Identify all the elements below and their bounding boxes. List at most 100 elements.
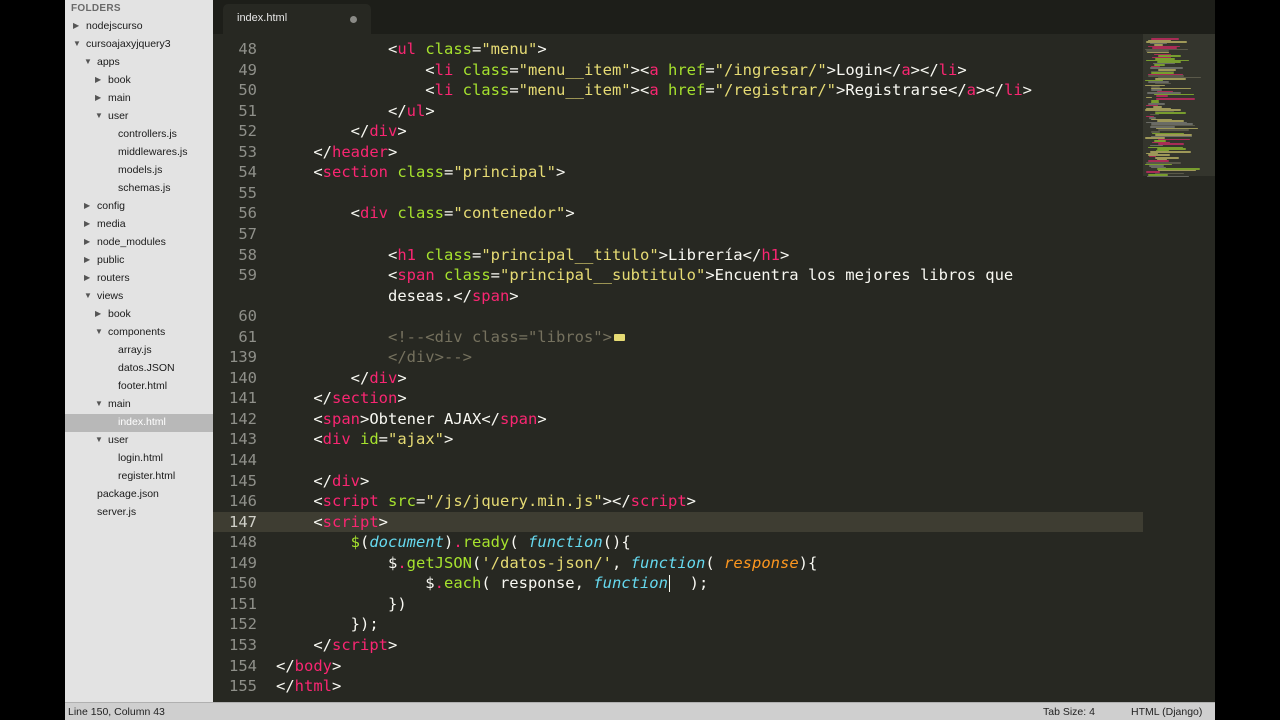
file-tree: ▶ nodejscurso ▼ cursoajaxyjquery3 ▼ apps ▶ book… [65, 18, 213, 522]
code-token: > [397, 389, 407, 408]
code-line[interactable]: <ul class="menu"> [276, 39, 547, 59]
folder-item[interactable]: ▶ nodejscurso [65, 18, 213, 36]
folder-item[interactable]: ▼ user [65, 432, 213, 450]
code-token: li [434, 81, 454, 100]
disclosure-closed-icon[interactable]: ▶ [84, 219, 90, 228]
disclosure-open-icon[interactable]: ▼ [95, 399, 103, 408]
code-line[interactable]: </ul> [276, 101, 435, 121]
file-item[interactable]: datos.JSON [65, 360, 213, 378]
code-line[interactable]: </div> [276, 471, 369, 491]
disclosure-open-icon[interactable]: ▼ [95, 327, 103, 336]
syntax-mode[interactable]: HTML (Django) [1131, 706, 1202, 718]
code-line[interactable]: $.each( response, function ); [276, 573, 708, 593]
disclosure-open-icon[interactable]: ▼ [95, 435, 103, 444]
file-item[interactable]: package.json [65, 486, 213, 504]
code-line[interactable]: }) [276, 594, 407, 614]
disclosure-closed-icon[interactable]: ▶ [84, 255, 90, 264]
code-line[interactable]: </div>--> [276, 347, 472, 367]
disclosure-closed-icon[interactable]: ▶ [95, 309, 101, 318]
code-line[interactable]: <span class="principal__subtitulo">Encue… [276, 265, 1013, 285]
tree-item-label: apps [97, 56, 120, 68]
code-token: > [957, 60, 967, 79]
code-line[interactable]: <div id="ajax"> [276, 429, 453, 449]
disclosure-closed-icon[interactable]: ▶ [84, 201, 90, 210]
code-line[interactable]: </body> [276, 656, 341, 676]
disclosure-closed-icon[interactable]: ▶ [84, 237, 90, 246]
file-item[interactable]: middlewares.js [65, 144, 213, 162]
code-line[interactable]: </header> [276, 142, 397, 162]
code-line[interactable]: </script> [276, 635, 397, 655]
code-token: > [388, 635, 398, 654]
disclosure-open-icon[interactable]: ▼ [84, 291, 92, 300]
code-token: function [630, 553, 706, 572]
code-token: response [724, 553, 799, 572]
code-line[interactable]: <li class="menu__item"><a href="/ingresa… [276, 60, 967, 80]
code-token: document [369, 533, 444, 552]
code-token: > [686, 492, 696, 511]
disclosure-closed-icon[interactable]: ▶ [73, 21, 79, 30]
code-line[interactable]: <h1 class="principal__titulo">Librería</… [276, 245, 789, 265]
file-item[interactable]: login.html [65, 450, 213, 468]
tab-index-html[interactable]: index.html [223, 4, 371, 34]
code-line[interactable]: </div> [276, 368, 407, 388]
folder-item[interactable]: ▶ book [65, 306, 213, 324]
tree-item-label: middlewares.js [118, 146, 188, 158]
folder-item[interactable]: ▼ apps [65, 54, 213, 72]
file-item[interactable]: models.js [65, 162, 213, 180]
line-number: 153 [229, 635, 257, 654]
folder-item[interactable]: ▶ main [65, 90, 213, 108]
file-item[interactable]: controllers.js [65, 126, 213, 144]
code-token: = [416, 492, 426, 511]
disclosure-closed-icon[interactable]: ▶ [84, 273, 90, 282]
code-line[interactable]: <span>Obtener AJAX</span> [276, 409, 546, 429]
folder-item[interactable]: ▼ cursoajaxyjquery3 [65, 36, 213, 54]
code-token: </ [276, 635, 332, 654]
folder-item[interactable]: ▶ routers [65, 270, 213, 288]
disclosure-closed-icon[interactable]: ▶ [95, 75, 101, 84]
disclosure-open-icon[interactable]: ▼ [84, 57, 92, 66]
code-line[interactable]: <script> [276, 512, 388, 532]
code-token: section [322, 163, 388, 182]
disclosure-closed-icon[interactable]: ▶ [95, 93, 101, 102]
code-line[interactable]: </html> [276, 676, 341, 696]
code-line[interactable]: }); [276, 614, 379, 634]
folder-item[interactable]: ▶ public [65, 252, 213, 270]
disclosure-open-icon[interactable]: ▼ [95, 111, 103, 120]
folder-item[interactable]: ▼ main [65, 396, 213, 414]
code-line[interactable]: </section> [276, 388, 407, 408]
code-line[interactable]: $(document).ready( function(){ [276, 532, 631, 552]
tab-size[interactable]: Tab Size: 4 [1043, 706, 1095, 718]
disclosure-open-icon[interactable]: ▼ [73, 39, 81, 48]
code-line[interactable]: </div> [276, 121, 407, 141]
folder-item[interactable]: ▼ views [65, 288, 213, 306]
folder-item[interactable]: ▶ media [65, 216, 213, 234]
file-item[interactable]: index.html [65, 414, 213, 432]
code-line[interactable]: <div class="contenedor"> [276, 203, 575, 223]
fold-marker-icon[interactable] [613, 333, 625, 341]
line-number: 151 [229, 594, 257, 613]
folder-item[interactable]: ▼ user [65, 108, 213, 126]
code-token: $ [276, 553, 398, 572]
minimap[interactable] [1143, 34, 1215, 702]
folder-item[interactable]: ▶ book [65, 72, 213, 90]
code-line[interactable]: <section class="principal"> [276, 162, 565, 182]
folder-item[interactable]: ▶ config [65, 198, 213, 216]
code-line[interactable]: <script src="/js/jquery.min.js"></script… [276, 491, 696, 511]
code-line[interactable]: <li class="menu__item"><a href="/registr… [276, 80, 1032, 100]
file-item[interactable]: footer.html [65, 378, 213, 396]
folder-item[interactable]: ▼ components [65, 324, 213, 342]
tree-item-label: main [108, 92, 131, 104]
code-editor[interactable]: 48 49 50 51 52 53 54 55 56 57 58 59 60 61 139 140 141 142… [213, 34, 1143, 702]
file-item[interactable]: register.html [65, 468, 213, 486]
file-item[interactable]: array.js [65, 342, 213, 360]
file-item[interactable]: schemas.js [65, 180, 213, 198]
code-line[interactable]: $.getJSON('/datos-json/', function( resp… [276, 553, 817, 573]
folder-item[interactable]: ▶ node_modules [65, 234, 213, 252]
file-item[interactable]: server.js [65, 504, 213, 522]
code-line[interactable]: <!--<div class="libros"> [276, 327, 625, 347]
code-token: </ [276, 656, 295, 675]
code-token: class [434, 266, 491, 285]
modified-dot-icon[interactable] [350, 16, 357, 23]
code-line[interactable]: deseas.</span> [276, 286, 519, 306]
code-token: "menu" [481, 40, 538, 58]
